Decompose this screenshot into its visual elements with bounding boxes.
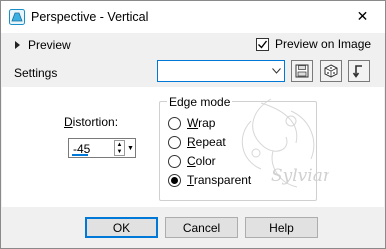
distortion-label: Distortion: — [64, 115, 118, 129]
radio-color[interactable]: Color — [168, 154, 216, 168]
radio-wrap-mnemonic: W — [187, 116, 199, 130]
preview-on-image-label: Preview on Image — [275, 37, 372, 51]
edge-mode-title: Edge mode — [167, 95, 233, 109]
help-label: Help — [269, 220, 294, 235]
distortion-mnemonic: D — [64, 115, 73, 129]
ok-button[interactable]: OK — [85, 217, 158, 238]
preview-toggle[interactable]: Preview — [15, 38, 71, 52]
slider-dropdown-icon[interactable]: ▼ — [126, 140, 135, 156]
text-cursor-underline — [72, 154, 88, 156]
dialog-window: Perspective - Vertical ✕ Preview Preview… — [0, 0, 386, 249]
radio-repeat-mnemonic: R — [187, 135, 196, 149]
spin-buttons: ▲ ▼ — [114, 140, 125, 156]
settings-label: Settings — [14, 66, 58, 80]
checkbox-checked-icon — [256, 37, 269, 51]
radio-color-label: Color — [187, 154, 216, 168]
spin-up-icon[interactable]: ▲ — [115, 141, 124, 148]
help-button[interactable]: Help — [245, 217, 318, 238]
reset-icon — [352, 65, 362, 78]
radio-wrap[interactable]: Wrap — [168, 116, 215, 130]
radio-color-dot — [168, 154, 181, 168]
radio-transparent-label: Transparent — [187, 173, 251, 187]
spin-down-icon[interactable]: ▼ — [115, 148, 124, 155]
ok-label: OK — [112, 220, 131, 235]
radio-color-rest: olor — [195, 154, 216, 168]
radio-transparent[interactable]: Transparent — [168, 173, 251, 187]
preview-label: Preview — [28, 38, 71, 52]
save-preset-icon — [295, 64, 309, 78]
perspective-app-icon — [9, 9, 25, 25]
distortion-label-rest: istortion: — [72, 115, 119, 129]
radio-wrap-label: Wrap — [187, 116, 215, 130]
radio-repeat-label: Repeat — [187, 135, 226, 149]
expand-triangle-icon — [15, 41, 20, 49]
randomize-button[interactable] — [320, 60, 342, 82]
radio-repeat-rest: epeat — [195, 135, 226, 149]
cancel-label: Cancel — [182, 220, 221, 235]
dropdown-arrow-icon — [268, 61, 284, 81]
reset-button[interactable] — [348, 60, 370, 82]
window-title: Perspective - Vertical — [31, 10, 149, 24]
radio-transparent-dot — [168, 173, 181, 187]
radio-transparent-mnemonic: T — [187, 173, 194, 187]
save-preset-button[interactable] — [291, 60, 313, 82]
radio-repeat-dot — [168, 135, 181, 149]
radio-wrap-rest: rap — [198, 116, 216, 130]
settings-combo[interactable] — [157, 60, 285, 82]
distortion-spinbox[interactable]: -45 ▲ ▼ ▼ — [68, 138, 136, 158]
cancel-button[interactable]: Cancel — [165, 217, 238, 238]
close-button[interactable]: ✕ — [340, 1, 385, 32]
title-bar: Perspective - Vertical ✕ — [1, 1, 385, 33]
close-icon: ✕ — [356, 8, 369, 24]
preview-on-image-checkbox[interactable]: Preview on Image — [256, 37, 371, 51]
radio-wrap-dot — [168, 116, 181, 130]
randomize-icon — [324, 64, 338, 78]
radio-repeat[interactable]: Repeat — [168, 135, 226, 149]
radio-transparent-rest: ransparent — [193, 173, 252, 187]
radio-color-mnemonic: C — [187, 154, 196, 168]
